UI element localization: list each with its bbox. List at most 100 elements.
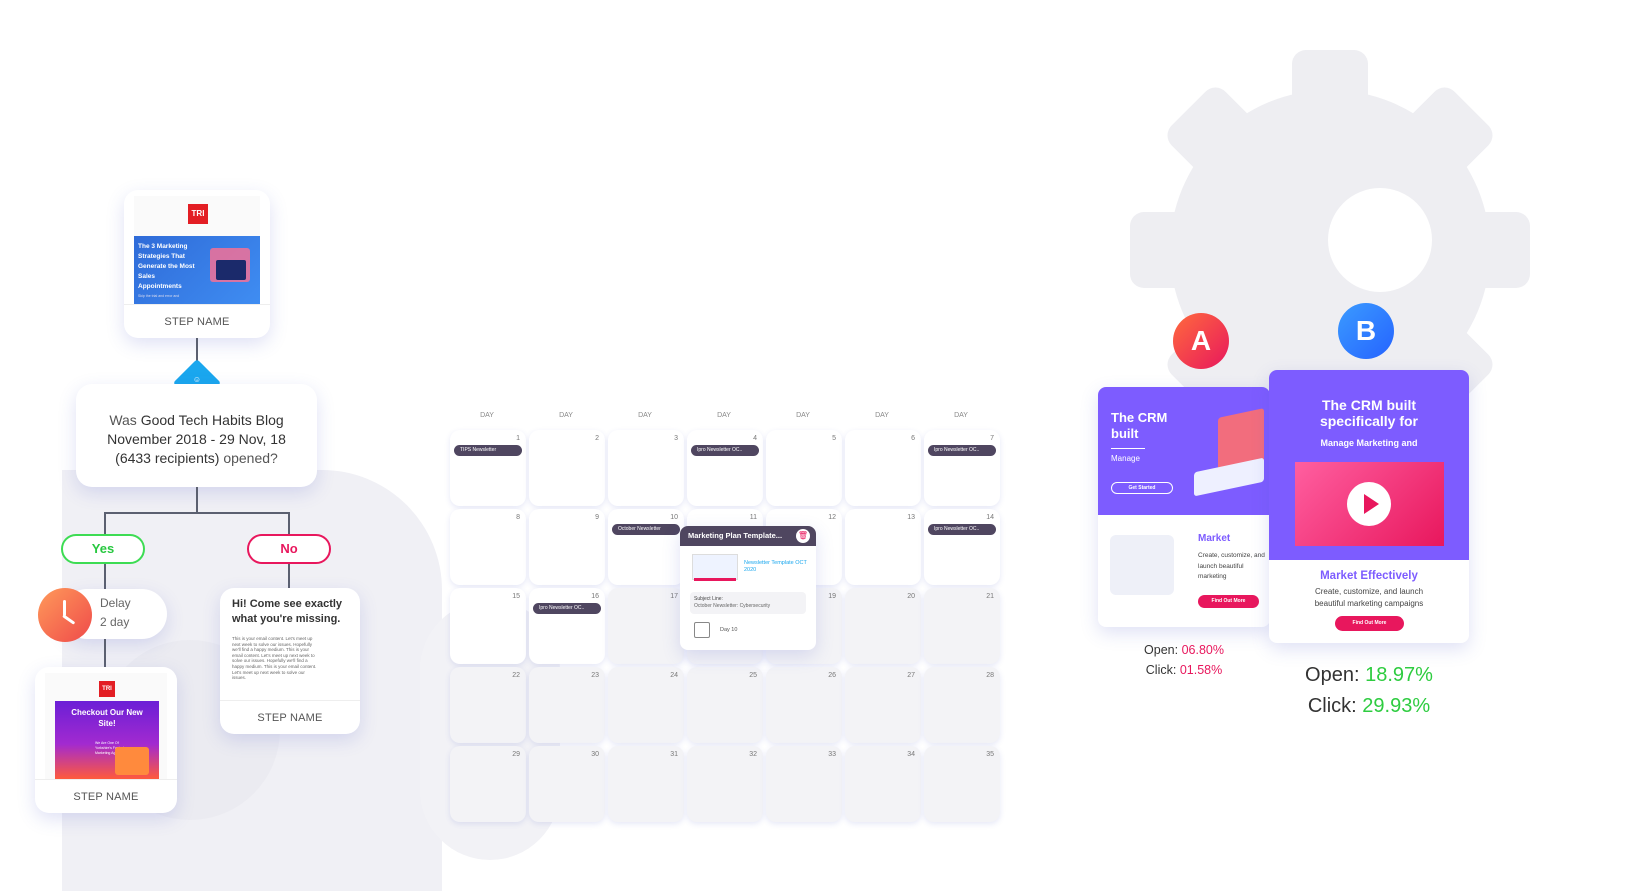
condition-card[interactable]: Was Good Tech Habits Blog November 2018 … — [76, 384, 317, 487]
delay-value: 2 day — [100, 615, 130, 629]
calendar-event[interactable]: October Newsletter — [612, 524, 680, 535]
variant-a-find-out-more-button[interactable]: Find Out More — [1198, 595, 1259, 608]
day-number: 4 — [753, 435, 757, 442]
calendar-event[interactable]: Ipro Newsletter OC.. — [533, 603, 601, 614]
play-icon[interactable] — [1347, 482, 1391, 526]
day-number: 30 — [591, 751, 599, 758]
calendar-event[interactable]: Ipro Newsletter OC.. — [928, 524, 996, 535]
email-body: This is your email content. Let's meet u… — [232, 636, 317, 681]
step-card-email-yes[interactable]: TRI Checkout Our New Site! We Are One Of… — [35, 667, 177, 813]
calendar-day-cell[interactable]: 1 — [450, 430, 526, 506]
day-number: 31 — [670, 751, 678, 758]
day-number: 27 — [907, 672, 915, 679]
day-number: 6 — [911, 435, 915, 442]
day-number: 8 — [516, 514, 520, 521]
day-number: 2 — [595, 435, 599, 442]
click-label: Click: — [1145, 663, 1180, 677]
day-number: 5 — [832, 435, 836, 442]
calendar-day-cell[interactable]: 24 — [608, 667, 684, 743]
day-number: 16 — [591, 593, 599, 600]
popup-title: Marketing Plan Template... — [688, 531, 783, 540]
day-number: 26 — [828, 672, 836, 679]
day-number: 17 — [670, 593, 678, 600]
template-thumbnail — [692, 554, 738, 580]
day-number: 7 — [990, 435, 994, 442]
calendar-day-cell[interactable]: 17 — [608, 588, 684, 664]
variant-b-video[interactable] — [1295, 462, 1444, 546]
variant-a-underline — [1111, 448, 1145, 449]
calendar-day-cell[interactable]: 8 — [450, 509, 526, 585]
no-branch-pill[interactable]: No — [247, 534, 331, 564]
step-name-label: STEP NAME — [124, 304, 270, 338]
day-header: DAY — [480, 412, 494, 419]
connector-line — [288, 512, 290, 534]
calendar-day-cell[interactable]: 27 — [845, 667, 921, 743]
variant-a-hero-sub: Manage — [1111, 454, 1140, 463]
day-number: 3 — [674, 435, 678, 442]
day-number: 25 — [749, 672, 757, 679]
day-number: 19 — [828, 593, 836, 600]
day-number: 23 — [591, 672, 599, 679]
condition-text: Was Good Tech Habits Blog November 2018 … — [92, 411, 301, 468]
calendar-day-cell[interactable]: 25 — [687, 667, 763, 743]
yes-branch-pill[interactable]: Yes — [61, 534, 145, 564]
calendar-event[interactable]: Ipro Newsletter OC.. — [928, 445, 996, 456]
variant-b-hero-sub: Manage Marketing and — [1320, 438, 1418, 448]
calendar-day-cell[interactable]: 15 — [450, 588, 526, 664]
email-illustration-screen — [216, 260, 246, 280]
calendar-day-cell[interactable]: 21 — [924, 588, 1000, 664]
calendar-day-cell[interactable]: 31 — [608, 746, 684, 822]
day-header: DAY — [796, 412, 810, 419]
step-card-email-1[interactable]: TRI The 3 Marketing Strategies That Gene… — [124, 190, 270, 338]
variant-a-get-started-button[interactable]: Get Started — [1111, 482, 1173, 494]
day-number: 33 — [828, 751, 836, 758]
popup-header: Marketing Plan Template... 🗑 — [680, 526, 816, 546]
click-value: 29.93% — [1362, 695, 1431, 717]
calendar-day-cell[interactable]: 16 — [529, 588, 605, 664]
calendar-day-cell[interactable]: 26 — [766, 667, 842, 743]
calendar-day-cell[interactable]: 2 — [529, 430, 605, 506]
calendar-event[interactable]: Ipro Newsletter OC.. — [691, 445, 759, 456]
calendar-day-cell[interactable]: 20 — [845, 588, 921, 664]
calendar-day-cell[interactable]: 4 — [687, 430, 763, 506]
calendar-day-cell[interactable]: 10 — [608, 509, 684, 585]
day-number: 13 — [907, 514, 915, 521]
variant-a-badge: A — [1173, 313, 1229, 369]
calendar-day-cell[interactable]: 6 — [845, 430, 921, 506]
variant-a-card[interactable]: The CRM built Manage Get Started Market … — [1098, 387, 1270, 627]
variant-a-open-stat: Open: 06.80% — [1098, 640, 1270, 660]
calendar-day-cell[interactable]: 14 — [924, 509, 1000, 585]
calendar-day-cell[interactable]: 3 — [608, 430, 684, 506]
day-number: 10 — [670, 514, 678, 521]
variant-b-open-stat: Open: 18.97% — [1269, 660, 1469, 691]
calendar-day-cell[interactable]: 23 — [529, 667, 605, 743]
click-value: 01.58% — [1179, 663, 1223, 677]
calendar-day-cell[interactable]: 33 — [766, 746, 842, 822]
template-name-link[interactable]: Newsletter Template OCT 2020 — [744, 560, 810, 574]
email-preview-1: TRI The 3 Marketing Strategies That Gene… — [134, 196, 260, 304]
subject-value: October Newsletter: Cybersecurity — [694, 603, 771, 609]
calendar-day-cell[interactable]: 32 — [687, 746, 763, 822]
variant-b-card[interactable]: The CRM built specifically for Manage Ma… — [1269, 370, 1469, 643]
calendar-day-cell[interactable]: 34 — [845, 746, 921, 822]
calendar-day-cell[interactable]: 30 — [529, 746, 605, 822]
calendar-event-popup[interactable]: Marketing Plan Template... 🗑 Newsletter … — [680, 526, 816, 650]
calendar-event[interactable]: TIPS Newsletter — [454, 445, 522, 456]
day-number: 22 — [512, 672, 520, 679]
variant-b-find-out-more-button[interactable]: Find Out More — [1335, 616, 1404, 631]
email-illustration — [115, 747, 149, 775]
calendar-day-cell[interactable]: 29 — [450, 746, 526, 822]
condition-suffix: opened? — [219, 450, 278, 466]
calendar-day-cell[interactable]: 7 — [924, 430, 1000, 506]
calendar-day-cell[interactable]: 35 — [924, 746, 1000, 822]
trash-icon[interactable]: 🗑 — [796, 529, 810, 543]
variant-a-section-title: Market — [1198, 533, 1231, 544]
variant-b-click-stat: Click: 29.93% — [1269, 691, 1469, 722]
calendar-day-cell[interactable]: 5 — [766, 430, 842, 506]
calendar-day-cell[interactable]: 22 — [450, 667, 526, 743]
calendar-day-cell[interactable]: 13 — [845, 509, 921, 585]
calendar-day-cell[interactable]: 28 — [924, 667, 1000, 743]
email-headline: The 3 Marketing Strategies That Generate… — [138, 243, 195, 290]
step-card-email-no[interactable]: Hi! Come see exactly what you're missing… — [220, 588, 360, 734]
calendar-day-cell[interactable]: 9 — [529, 509, 605, 585]
